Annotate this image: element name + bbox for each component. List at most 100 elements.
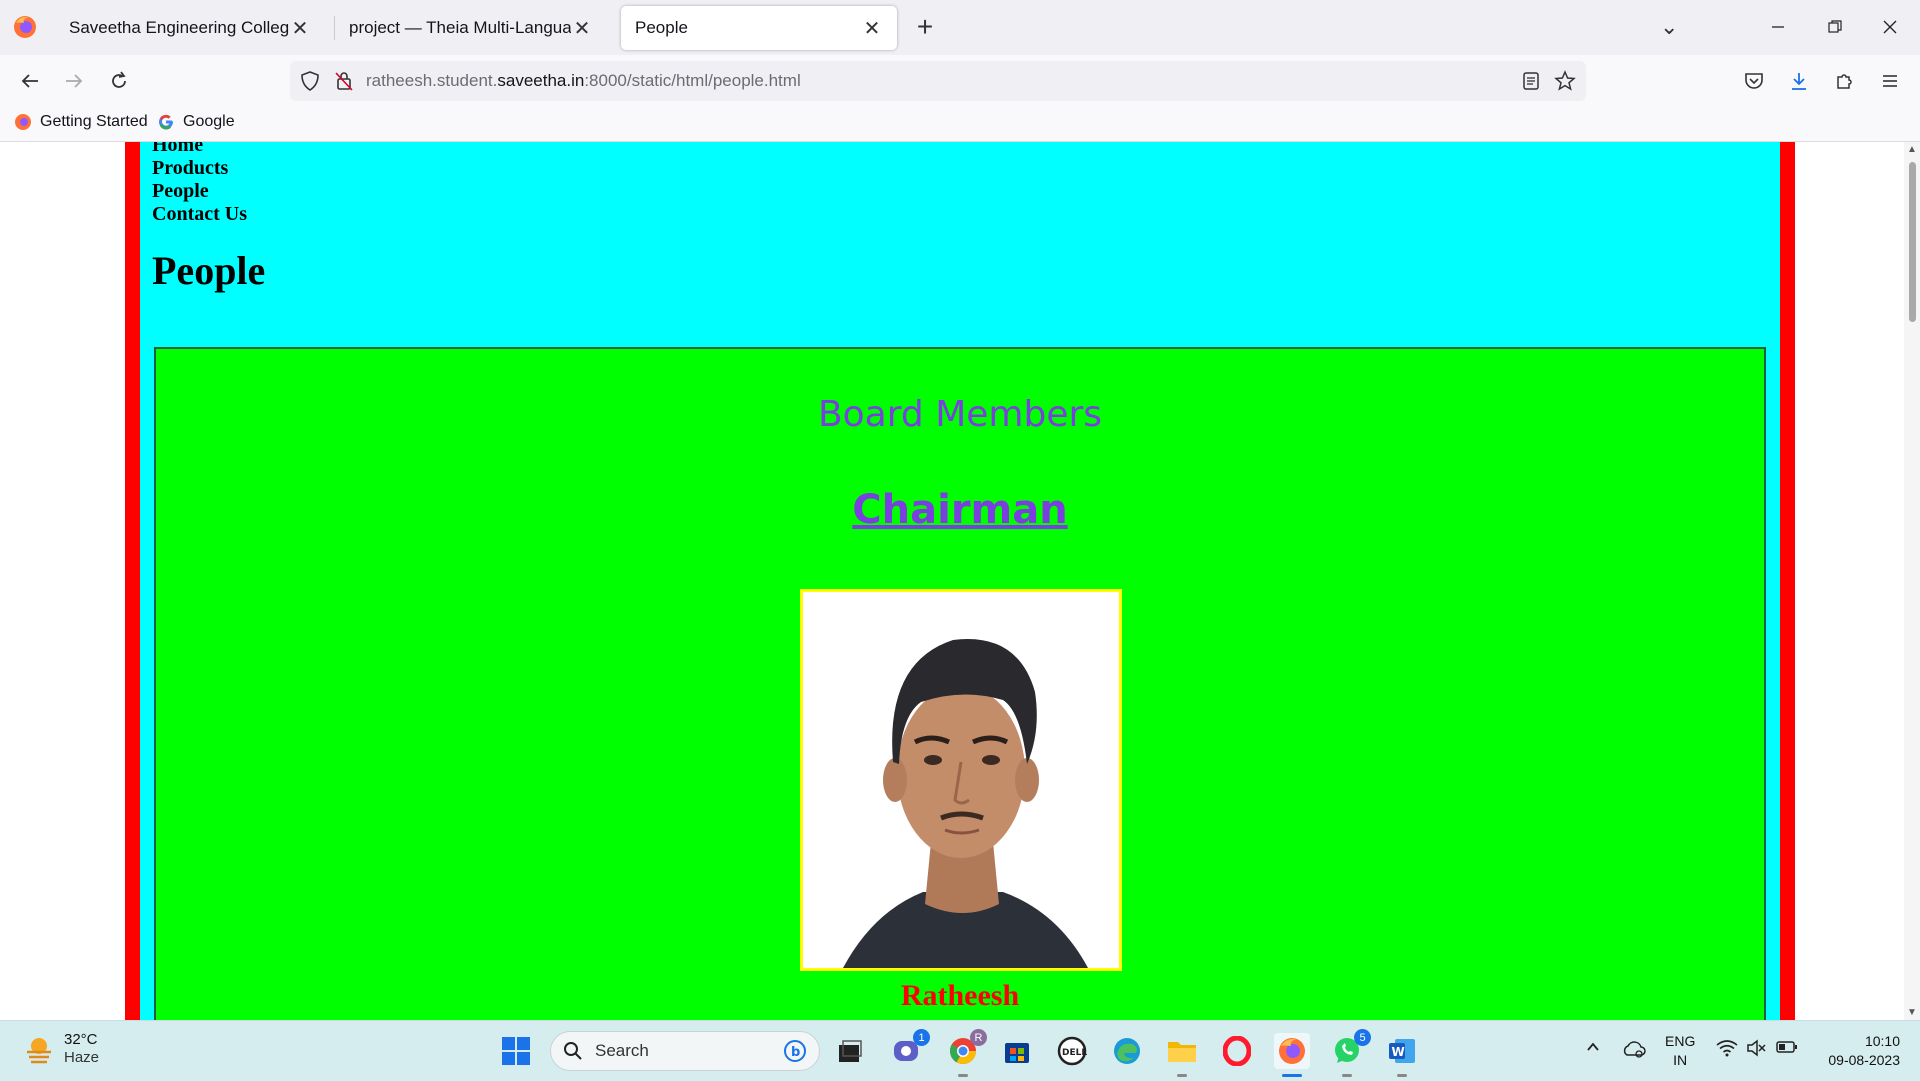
page-viewport[interactable]: Home Products People Contact Us People B… bbox=[0, 142, 1920, 1020]
nav-link-contact-us[interactable]: Contact Us bbox=[152, 203, 247, 226]
insecure-lock-icon[interactable] bbox=[334, 70, 354, 92]
wifi-icon bbox=[1716, 1040, 1738, 1057]
running-indicator bbox=[1342, 1074, 1352, 1077]
region-code: IN bbox=[1673, 1052, 1688, 1068]
google-icon bbox=[159, 114, 173, 130]
task-view-icon bbox=[839, 1040, 862, 1062]
edge-app[interactable] bbox=[1109, 1033, 1145, 1069]
task-view-button[interactable] bbox=[832, 1033, 868, 1069]
reader-view-icon[interactable] bbox=[1522, 71, 1540, 91]
search-placeholder: Search bbox=[595, 1041, 649, 1060]
forward-button[interactable] bbox=[56, 63, 92, 99]
speaker-muted-icon bbox=[1747, 1039, 1766, 1057]
active-app-indicator bbox=[1282, 1074, 1302, 1077]
tab-saveetha[interactable]: Saveetha Engineering College ✕ bbox=[55, 6, 325, 50]
menu-button[interactable] bbox=[1872, 63, 1908, 99]
close-tab-icon[interactable]: ✕ bbox=[861, 17, 883, 40]
bookmark-google[interactable]: Google bbox=[157, 113, 235, 131]
firefox-icon[interactable] bbox=[12, 14, 38, 40]
edge-icon bbox=[1114, 1038, 1140, 1064]
extensions-button[interactable] bbox=[1827, 63, 1863, 99]
nav-link-people[interactable]: People bbox=[152, 180, 247, 203]
forward-arrow-icon bbox=[66, 74, 83, 88]
reload-button[interactable] bbox=[101, 63, 137, 99]
weather-widget[interactable]: 32°C Haze bbox=[24, 1031, 99, 1067]
chairman-heading[interactable]: Chairman bbox=[156, 487, 1764, 533]
downloads-button[interactable] bbox=[1781, 63, 1817, 99]
clock-time: 10:10 bbox=[1864, 1033, 1900, 1049]
volume-status[interactable] bbox=[1746, 1039, 1766, 1061]
shield-icon[interactable] bbox=[300, 70, 320, 92]
new-tab-button[interactable]: + bbox=[910, 11, 940, 42]
weather-haze-icon bbox=[27, 1038, 51, 1064]
whatsapp-badge: 5 bbox=[1354, 1029, 1371, 1046]
microsoft-store-app[interactable] bbox=[999, 1033, 1035, 1069]
word-icon: W bbox=[1389, 1039, 1415, 1063]
nav-link-products[interactable]: Products bbox=[152, 157, 247, 180]
bookmark-label: Google bbox=[183, 113, 235, 130]
url-bar[interactable]: ratheesh.student.saveetha.in:8000/static… bbox=[290, 61, 1586, 101]
chairman-name: Ratheesh bbox=[900, 979, 1020, 1012]
folder-icon bbox=[1168, 1042, 1196, 1062]
input-language[interactable]: ENG IN bbox=[1665, 1032, 1695, 1070]
minimize-icon[interactable] bbox=[1758, 10, 1798, 44]
url-domain: saveetha.in bbox=[497, 71, 585, 90]
vertical-scrollbar[interactable]: ▲ ▼ bbox=[1904, 142, 1920, 1020]
hamburger-menu-icon bbox=[1883, 75, 1897, 87]
url-text[interactable]: ratheesh.student.saveetha.in:8000/static… bbox=[366, 71, 801, 91]
whatsapp-app[interactable]: 5 bbox=[1329, 1029, 1371, 1077]
taskbar-search[interactable]: Search b bbox=[550, 1031, 820, 1071]
bookmark-label: Getting Started bbox=[40, 113, 148, 130]
tab-strip: Saveetha Engineering College ✕ project —… bbox=[0, 0, 1920, 55]
firefox-app[interactable] bbox=[1274, 1033, 1310, 1077]
close-window-icon[interactable] bbox=[1870, 10, 1910, 44]
file-explorer-app[interactable] bbox=[1164, 1033, 1200, 1077]
pocket-icon bbox=[1745, 73, 1763, 89]
navigation-toolbar: ratheesh.student.saveetha.in:8000/static… bbox=[0, 55, 1920, 107]
restore-icon[interactable] bbox=[1815, 10, 1855, 44]
windows-logo-icon bbox=[502, 1037, 530, 1065]
scroll-up-icon[interactable]: ▲ bbox=[1907, 144, 1917, 155]
running-indicator bbox=[958, 1074, 968, 1077]
opera-icon bbox=[1223, 1036, 1251, 1066]
firefox-icon bbox=[1279, 1038, 1305, 1064]
tab-people[interactable]: People ✕ bbox=[621, 6, 897, 50]
back-button[interactable] bbox=[12, 63, 48, 99]
wifi-status[interactable] bbox=[1716, 1039, 1738, 1061]
tab-title: People bbox=[635, 18, 688, 37]
bing-icon[interactable]: b bbox=[783, 1039, 807, 1063]
reload-icon bbox=[112, 71, 126, 88]
tab-title: project — Theia Multi-Language Ex bbox=[349, 18, 571, 37]
close-tab-icon[interactable]: ✕ bbox=[289, 17, 311, 40]
nav-link-home[interactable]: Home bbox=[152, 142, 247, 157]
teams-app[interactable]: 1 bbox=[888, 1029, 930, 1069]
tab-theia-project[interactable]: project — Theia Multi-Language Ex ✕ bbox=[335, 6, 607, 50]
download-icon bbox=[1792, 73, 1806, 90]
battery-status[interactable] bbox=[1776, 1039, 1798, 1059]
running-indicator bbox=[1397, 1074, 1407, 1077]
scroll-down-icon[interactable]: ▼ bbox=[1907, 1007, 1917, 1018]
puzzle-icon bbox=[1837, 74, 1852, 89]
dell-app[interactable]: DELL bbox=[1054, 1033, 1090, 1069]
chrome-app[interactable]: R bbox=[945, 1029, 987, 1077]
bookmark-star-icon[interactable] bbox=[1554, 70, 1576, 92]
close-tab-icon[interactable]: ✕ bbox=[571, 17, 593, 40]
list-all-tabs-icon[interactable]: ⌄ bbox=[1660, 14, 1678, 40]
start-button[interactable] bbox=[498, 1033, 534, 1069]
search-icon bbox=[564, 1042, 582, 1060]
onedrive-status[interactable] bbox=[1622, 1039, 1646, 1063]
battery-icon bbox=[1776, 1041, 1797, 1053]
windows-taskbar: 32°C Haze Search b 1 R DELL 5 W ENG IN 1… bbox=[0, 1020, 1920, 1081]
scrollbar-thumb[interactable] bbox=[1909, 162, 1916, 322]
teams-badge: 1 bbox=[913, 1029, 930, 1046]
language-code: ENG bbox=[1665, 1033, 1696, 1049]
firefox-icon bbox=[15, 114, 31, 130]
opera-app[interactable] bbox=[1219, 1033, 1255, 1069]
show-hidden-icons[interactable] bbox=[1585, 1039, 1601, 1059]
bookmark-getting-started[interactable]: Getting Started bbox=[14, 113, 148, 131]
page-container: Home Products People Contact Us People B… bbox=[125, 142, 1795, 1020]
store-icon bbox=[1005, 1043, 1029, 1063]
pocket-button[interactable] bbox=[1736, 63, 1772, 99]
system-clock[interactable]: 10:10 09-08-2023 bbox=[1815, 1032, 1900, 1070]
word-app[interactable]: W bbox=[1384, 1033, 1420, 1077]
